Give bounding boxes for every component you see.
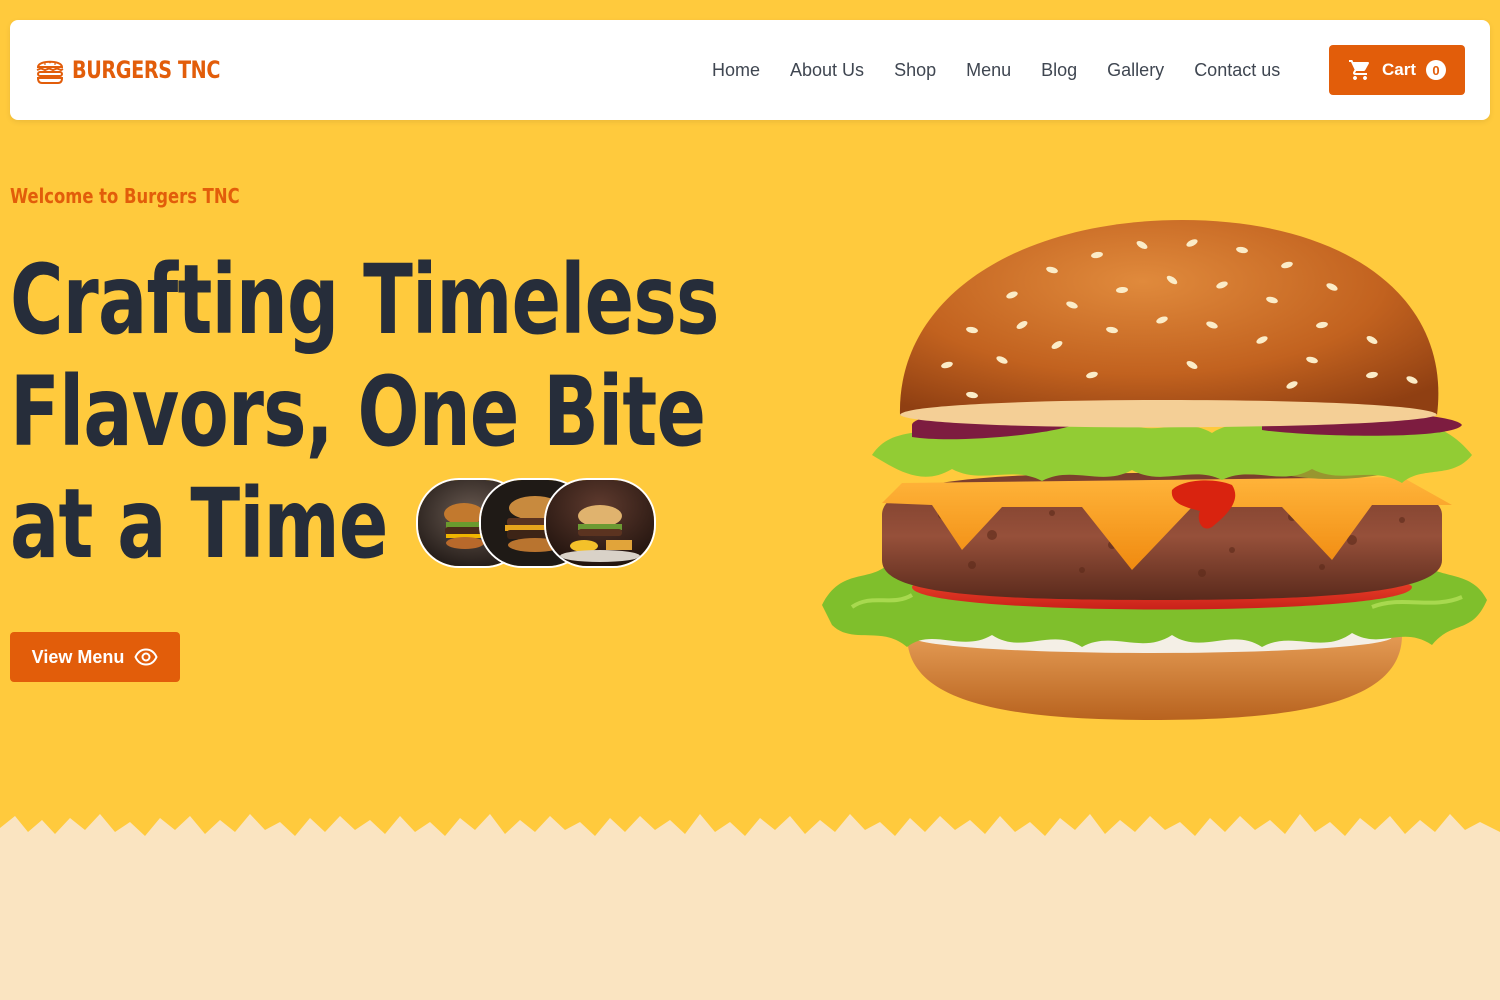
hero-eyebrow: Welcome to Burgers TNC	[10, 184, 240, 208]
brand-logo[interactable]: BURGERS TNC	[34, 54, 257, 86]
nav-item-shop[interactable]: Shop	[884, 60, 946, 81]
view-menu-button[interactable]: View Menu	[10, 632, 180, 682]
hero-title-line: Flavors, One Bite	[10, 356, 706, 468]
nav-item-about-us[interactable]: About Us	[780, 60, 874, 81]
burger-thumbnails	[416, 478, 658, 568]
lower-section	[0, 840, 1500, 1000]
cart-label: Cart	[1381, 60, 1416, 79]
nav-item-gallery[interactable]: Gallery	[1097, 60, 1174, 81]
hero-title-line: Crafting Timeless	[10, 244, 719, 356]
eye-icon	[134, 645, 158, 669]
burger-icon	[34, 54, 66, 86]
nav-item-menu[interactable]: Menu	[956, 60, 1021, 81]
hero-burger-image	[812, 215, 1492, 730]
main-nav: Home About Us Shop Menu Blog Gallery Con…	[702, 58, 1300, 82]
nav-item-blog[interactable]: Blog	[1031, 60, 1087, 81]
view-menu-label: View Menu	[31, 646, 125, 667]
nav-item-contact-us[interactable]: Contact us	[1184, 60, 1290, 81]
site-header: BURGERS TNC Home About Us Shop Menu Blog…	[10, 20, 1490, 120]
burger-thumbnail	[544, 478, 656, 568]
cart-button[interactable]: Cart 0	[1329, 45, 1465, 95]
shopping-cart-icon	[1348, 58, 1372, 82]
nav-item-home[interactable]: Home	[702, 60, 770, 81]
cart-count-badge: 0	[1426, 60, 1446, 80]
brand-name: BURGERS TNC	[72, 56, 221, 84]
